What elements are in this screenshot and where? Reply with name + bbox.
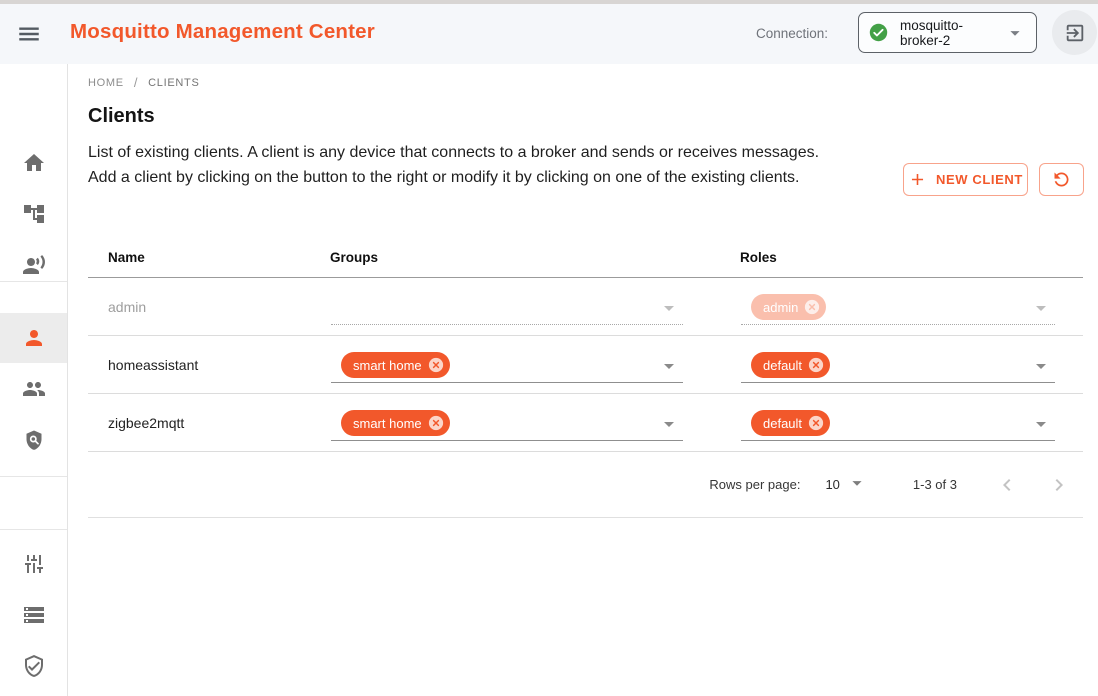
table-pagination: Rows per page: 10 1-3 of 3 <box>88 452 1083 518</box>
breadcrumb-separator: / <box>134 75 138 90</box>
roles-select[interactable]: default <box>741 408 1055 441</box>
column-header-roles: Roles <box>740 250 777 265</box>
chip-delete-icon[interactable] <box>427 414 445 432</box>
sidebar-item-clients[interactable] <box>0 313 67 363</box>
chevron-down-icon <box>657 354 681 378</box>
chip-label: default <box>763 416 802 431</box>
breadcrumb-home[interactable]: HOME <box>88 77 124 89</box>
groups-select <box>331 292 683 325</box>
new-client-button[interactable]: NEW CLIENT <box>903 163 1028 196</box>
chip-delete-icon[interactable] <box>807 414 825 432</box>
sidebar-divider <box>0 476 67 477</box>
chevron-down-icon <box>1029 412 1053 436</box>
people-icon <box>22 377 46 401</box>
check-circle-icon <box>869 23 888 42</box>
groups-select[interactable]: smart home <box>331 408 683 441</box>
sidebar-divider <box>0 529 67 530</box>
chip-label: default <box>763 358 802 373</box>
rows-per-page-select[interactable]: 10 <box>825 476 867 494</box>
chip-label: smart home <box>353 358 422 373</box>
previous-page-button[interactable] <box>989 467 1025 503</box>
role-chip: default <box>751 410 830 436</box>
rows-per-page-label: Rows per page: <box>709 477 800 492</box>
table-header: Name Groups Roles <box>88 240 1083 278</box>
roles-select: admin <box>741 292 1055 325</box>
sidebar-item-settings[interactable] <box>0 539 67 589</box>
chevron-right-icon <box>1047 473 1071 497</box>
sidebar-divider <box>0 281 67 282</box>
plus-icon <box>908 170 927 189</box>
chevron-down-icon <box>1029 354 1053 378</box>
chip-delete-icon[interactable] <box>807 356 825 374</box>
sidebar-item-streams[interactable] <box>0 590 67 640</box>
chevron-down-icon <box>657 296 681 320</box>
next-page-button[interactable] <box>1041 467 1077 503</box>
clients-table: Name Groups Roles admin admin <box>88 240 1083 518</box>
breadcrumb: HOME / CLIENTS <box>88 75 199 90</box>
app-title: Mosquitto Management Center <box>70 20 375 44</box>
tune-sliders-icon <box>22 552 46 576</box>
chevron-down-icon <box>846 472 868 494</box>
column-header-name: Name <box>108 250 145 265</box>
storage-list-icon <box>22 603 46 627</box>
table-row[interactable]: homeassistant smart home default <box>88 336 1083 394</box>
chevron-down-icon <box>1004 22 1026 44</box>
group-chip: smart home <box>341 410 450 436</box>
exit-to-app-icon <box>1064 22 1086 44</box>
sidebar-item-home[interactable] <box>0 138 67 188</box>
table-row[interactable]: zigbee2mqtt smart home default <box>88 394 1083 452</box>
chip-delete-icon <box>803 298 821 316</box>
pagination-range: 1-3 of 3 <box>913 477 957 492</box>
refresh-ccw-icon <box>1051 169 1072 190</box>
sidebar-item-roles[interactable] <box>0 415 67 465</box>
home-icon <box>22 151 46 175</box>
sidebar <box>0 64 68 696</box>
chip-delete-icon[interactable] <box>427 356 445 374</box>
roles-select[interactable]: default <box>741 350 1055 383</box>
rows-per-page-value: 10 <box>825 477 839 492</box>
policy-shield-icon <box>22 428 46 452</box>
topic-tree-icon <box>22 202 46 226</box>
chevron-left-icon <box>995 473 1019 497</box>
table-row[interactable]: admin admin <box>88 278 1083 336</box>
connection-select[interactable]: mosquitto-broker-2 <box>858 12 1037 53</box>
column-header-groups: Groups <box>330 250 378 265</box>
client-name: admin <box>108 299 146 315</box>
groups-select[interactable]: smart home <box>331 350 683 383</box>
connection-label: Connection: <box>756 26 828 41</box>
sidebar-item-topic-tree[interactable] <box>0 189 67 239</box>
client-name: homeassistant <box>108 357 198 373</box>
chevron-down-icon <box>1029 296 1053 320</box>
connection-value: mosquitto-broker-2 <box>900 18 1004 48</box>
role-chip: admin <box>751 294 826 320</box>
new-client-label: NEW CLIENT <box>936 172 1023 187</box>
chip-label: smart home <box>353 416 422 431</box>
chevron-down-icon <box>657 412 681 436</box>
breadcrumb-current: CLIENTS <box>148 77 199 89</box>
chip-label: admin <box>763 300 798 315</box>
sidebar-item-security[interactable] <box>0 641 67 691</box>
sidebar-item-client-connections[interactable] <box>0 240 67 290</box>
group-chip: smart home <box>341 352 450 378</box>
page-description: List of existing clients. A client is an… <box>88 140 825 191</box>
page-title: Clients <box>88 105 155 128</box>
main-content: HOME / CLIENTS Clients List of existing … <box>68 64 1098 696</box>
logout-button[interactable] <box>1052 10 1097 55</box>
role-chip: default <box>751 352 830 378</box>
refresh-button[interactable] <box>1039 163 1084 196</box>
verified-user-shield-icon <box>22 654 46 678</box>
person-icon <box>22 326 46 350</box>
hamburger-menu-icon[interactable] <box>16 21 42 47</box>
sidebar-item-groups[interactable] <box>0 364 67 414</box>
app-root: Mosquitto Management Center Connection: … <box>0 0 1098 696</box>
client-name: zigbee2mqtt <box>108 415 184 431</box>
record-voice-over-icon <box>22 253 46 277</box>
app-bar: Mosquitto Management Center Connection: … <box>0 4 1098 64</box>
